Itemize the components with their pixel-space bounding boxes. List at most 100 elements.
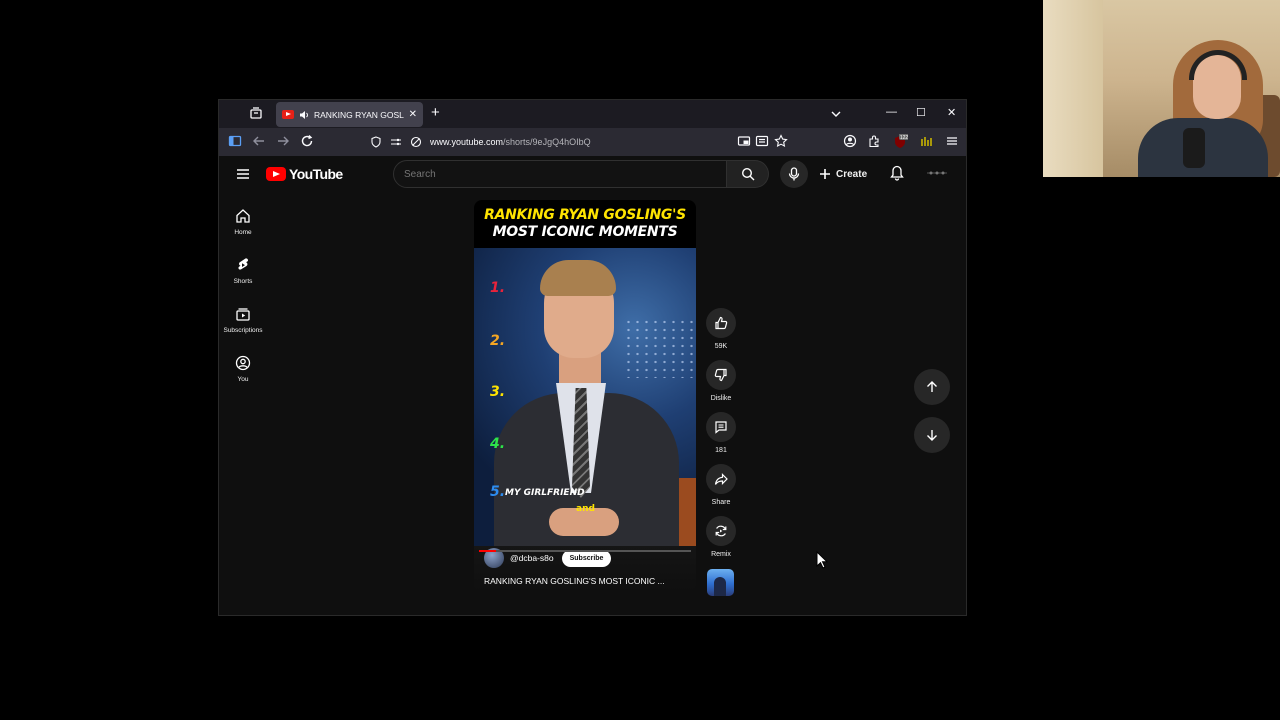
like-action: 59K <box>703 308 739 360</box>
tab-active[interactable]: RANKING RYAN GOSLING'S MOST ICONIC MOMEN… <box>276 102 423 127</box>
browser-window: RANKING RYAN GOSLING'S MOST ICONIC MOMEN… <box>218 99 967 616</box>
webcam-microphone <box>1183 128 1205 168</box>
ublock-extension-icon[interactable]: 122 <box>892 134 908 150</box>
extension-bars-icon[interactable] <box>919 134 935 150</box>
shorts-icon <box>238 258 249 270</box>
close-window-button[interactable]: ✕ <box>947 106 956 119</box>
youtube-page: YouTube Create <box>219 156 966 615</box>
notifications-bell-icon[interactable] <box>890 165 904 181</box>
short-title[interactable]: RANKING RYAN GOSLING'S MOST ICONIC ... <box>484 576 665 586</box>
subscriptions-icon <box>236 308 250 321</box>
dislike-button[interactable] <box>706 360 736 390</box>
rank-1: 1. <box>490 280 506 296</box>
next-short-button[interactable] <box>914 417 950 453</box>
list-all-tabs-icon[interactable] <box>830 108 842 120</box>
comments-button[interactable] <box>706 412 736 442</box>
maximize-button[interactable]: ☐ <box>916 106 926 119</box>
sidebar-toggle-icon[interactable] <box>228 134 244 150</box>
share-icon <box>714 473 728 485</box>
search-box <box>393 160 769 188</box>
remix-label: Remix <box>711 551 731 558</box>
remix-button[interactable] <box>706 516 736 546</box>
shorts-player[interactable]: RANKING RYAN GOSLING'S MOST ICONIC MOMEN… <box>474 200 696 592</box>
tab-close-button[interactable]: ✕ <box>409 109 417 120</box>
remix-icon <box>715 525 727 537</box>
video-title-overlay: RANKING RYAN GOSLING'S MOST ICONIC MOMEN… <box>474 200 696 248</box>
nav-bar: www.youtube.com/shorts/9eJgQ4hOIbQ 122 <box>219 128 966 156</box>
youtube-logo[interactable]: YouTube <box>266 166 343 182</box>
like-button[interactable] <box>706 308 736 338</box>
sound-thumbnail[interactable] <box>707 569 734 596</box>
forward-icon[interactable] <box>276 134 292 150</box>
badge-count: 122 <box>900 135 908 141</box>
webcam-background <box>1043 0 1103 177</box>
tab-bar: RANKING RYAN GOSLING'S MOST ICONIC MOMEN… <box>219 100 966 128</box>
comments-action: 181 <box>703 412 739 464</box>
progress-fill <box>479 550 496 552</box>
thumbs-up-icon <box>715 316 728 330</box>
video-frame[interactable]: 1. 2. 3. 4. 5. MY GIRLFRIEND and <box>474 248 696 546</box>
progress-bar[interactable] <box>479 550 691 552</box>
home-icon <box>236 209 250 223</box>
search-button[interactable] <box>727 160 769 188</box>
reload-icon[interactable] <box>300 134 316 150</box>
voice-search-button[interactable] <box>780 160 808 188</box>
arrow-up-icon <box>927 381 937 392</box>
caption-line2: and <box>576 504 595 514</box>
tab-overview-icon[interactable] <box>249 106 265 122</box>
person-hair <box>540 260 616 296</box>
sidebar-item-label: Home <box>234 229 252 236</box>
remix-action: Remix <box>703 516 739 568</box>
account-icon[interactable] <box>843 134 859 150</box>
back-icon[interactable] <box>252 134 268 150</box>
microphone-icon <box>788 167 800 181</box>
loading-avatar-icon[interactable] <box>927 170 947 176</box>
reader-view-icon[interactable] <box>755 134 771 150</box>
youtube-play-icon <box>266 167 286 181</box>
comment-icon <box>715 421 727 434</box>
rank-2: 2. <box>490 333 506 349</box>
search-icon <box>741 167 754 181</box>
extensions-icon[interactable] <box>867 134 883 150</box>
app-menu-icon[interactable] <box>945 134 961 150</box>
dislike-action: Dislike <box>703 360 739 412</box>
autoplay-blocked-icon[interactable] <box>410 136 422 148</box>
you-icon <box>235 355 251 371</box>
search-input[interactable] <box>393 160 727 188</box>
overlay-title-line1: RANKING RYAN GOSLING'S <box>484 207 686 223</box>
previous-short-button[interactable] <box>914 369 950 405</box>
picture-in-picture-icon[interactable] <box>737 134 753 150</box>
logo-text: YouTube <box>289 166 343 182</box>
create-button[interactable]: Create <box>819 163 867 185</box>
short-metadata: @dcba-s8o Subscribe RANKING RYAN GOSLING… <box>474 546 696 592</box>
arrow-down-icon <box>927 430 937 441</box>
channel-handle[interactable]: @dcba-s8o <box>510 553 554 563</box>
thumbs-down-icon <box>714 368 727 382</box>
minimize-button[interactable]: — <box>886 106 897 118</box>
new-tab-button[interactable]: + <box>431 105 440 121</box>
sidebar-item-shorts[interactable]: Shorts <box>219 249 267 298</box>
plus-icon <box>820 169 830 179</box>
sidebar-item-label: Shorts <box>233 278 253 285</box>
bookmark-star-icon[interactable] <box>774 134 790 150</box>
action-column: 59K Dislike 181 Share Remix <box>703 308 739 568</box>
guide-menu-icon[interactable] <box>236 167 250 181</box>
overlay-title-line2: MOST ICONIC MOMENTS <box>492 224 678 240</box>
share-action: Share <box>703 464 739 516</box>
sidebar-item-you[interactable]: You <box>219 347 267 396</box>
sidebar-item-home[interactable]: Home <box>219 200 267 249</box>
rank-4: 4. <box>490 436 506 452</box>
speaker-icon[interactable] <box>299 110 309 120</box>
share-button[interactable] <box>706 464 736 494</box>
permissions-icon[interactable] <box>390 136 402 148</box>
sidebar-item-label: Subscriptions <box>223 327 263 334</box>
shield-icon[interactable] <box>370 136 382 148</box>
share-label: Share <box>711 499 731 506</box>
subscribe-button[interactable]: Subscribe <box>561 549 612 567</box>
address-bar[interactable]: www.youtube.com/shorts/9eJgQ4hOIbQ <box>364 132 794 152</box>
sidebar-item-subscriptions[interactable]: Subscriptions <box>219 298 267 347</box>
mini-guide: Home Shorts Subscriptions You <box>219 200 267 396</box>
dislike-label: Dislike <box>710 395 732 402</box>
caption-line1: MY GIRLFRIEND <box>505 488 585 498</box>
comment-count: 181 <box>715 447 727 454</box>
